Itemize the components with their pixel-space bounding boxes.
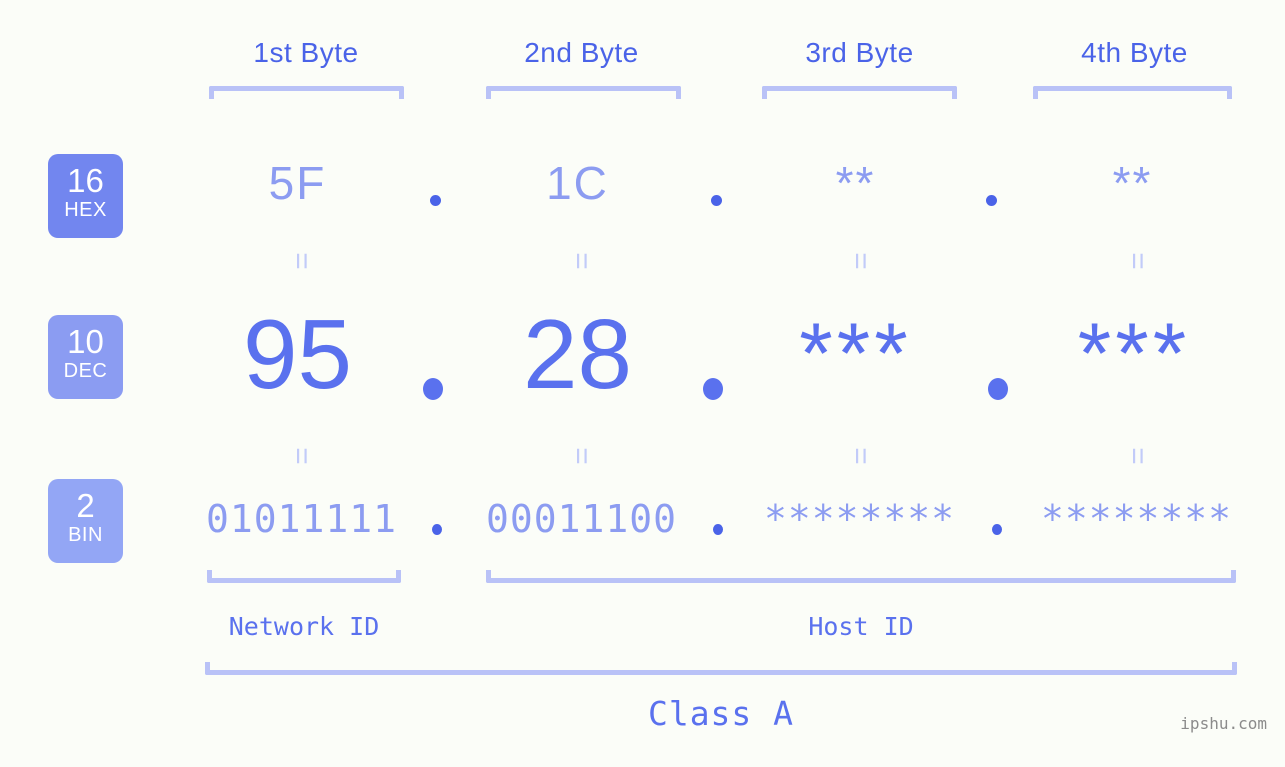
base-badge-hex-name: HEX xyxy=(64,199,107,221)
hex-separator-dot-2 xyxy=(711,195,722,206)
hex-separator-dot-3 xyxy=(986,195,997,206)
byte-header-3: 3rd Byte xyxy=(805,37,914,68)
byte-header-4: 4th Byte xyxy=(1081,37,1188,68)
bin-byte-3: ******** xyxy=(763,497,956,541)
base-badge-dec-name: DEC xyxy=(63,360,108,382)
base-badge-dec: 10 DEC xyxy=(48,315,123,399)
bin-separator-dot-1 xyxy=(432,524,442,535)
hex-byte-1: 5F xyxy=(268,157,327,209)
dec-separator-dot-1 xyxy=(423,378,443,400)
base-badge-dec-number: 10 xyxy=(67,323,104,360)
hex-separator-dot-1 xyxy=(430,195,441,206)
equals-hex-dec-2: = xyxy=(565,252,598,270)
equals-hex-dec-4: = xyxy=(1121,252,1154,270)
network-id-bracket xyxy=(207,570,401,583)
byte-bracket-top-3 xyxy=(762,86,957,99)
byte-bracket-top-4 xyxy=(1033,86,1232,99)
bin-byte-2: 00011100 xyxy=(485,497,678,541)
byte-bracket-top-2 xyxy=(486,86,681,99)
hex-byte-2: 1C xyxy=(546,157,609,209)
byte-header-1: 1st Byte xyxy=(253,37,359,68)
bin-separator-dot-3 xyxy=(992,524,1002,535)
host-id-bracket xyxy=(486,570,1236,583)
dec-byte-1: 95 xyxy=(242,299,352,409)
byte-header-2: 2nd Byte xyxy=(524,37,639,68)
dec-separator-dot-3 xyxy=(988,378,1008,400)
host-id-label: Host ID xyxy=(808,612,914,641)
equals-dec-bin-4: = xyxy=(1121,447,1154,465)
base-badge-bin-name: BIN xyxy=(68,524,103,546)
site-watermark: ipshu.com xyxy=(1180,714,1267,733)
equals-dec-bin-3: = xyxy=(844,447,877,465)
equals-hex-dec-1: = xyxy=(285,252,318,270)
bin-separator-dot-2 xyxy=(713,524,723,535)
class-bracket xyxy=(205,662,1237,675)
class-label: Class A xyxy=(647,694,795,733)
dec-byte-3: *** xyxy=(799,306,912,402)
equals-dec-bin-1: = xyxy=(285,447,318,465)
bin-byte-1: 01011111 xyxy=(205,497,398,541)
base-badge-bin: 2 BIN xyxy=(48,479,123,563)
hex-byte-4: ** xyxy=(1112,157,1153,209)
base-badge-bin-number: 2 xyxy=(76,487,95,524)
byte-bracket-top-1 xyxy=(209,86,404,99)
network-id-label: Network ID xyxy=(228,612,380,641)
equals-dec-bin-2: = xyxy=(565,447,598,465)
equals-hex-dec-3: = xyxy=(844,252,877,270)
dec-separator-dot-2 xyxy=(703,378,723,400)
bin-byte-4: ******** xyxy=(1040,497,1233,541)
dec-byte-4: *** xyxy=(1077,306,1191,402)
base-badge-hex: 16 HEX xyxy=(48,154,123,238)
hex-byte-3: ** xyxy=(835,157,876,209)
dec-byte-2: 28 xyxy=(522,299,632,409)
ip-address-breakdown-diagram: 1st Byte 2nd Byte 3rd Byte 4th Byte 16 H… xyxy=(0,0,1285,767)
base-badge-hex-number: 16 xyxy=(67,162,104,199)
